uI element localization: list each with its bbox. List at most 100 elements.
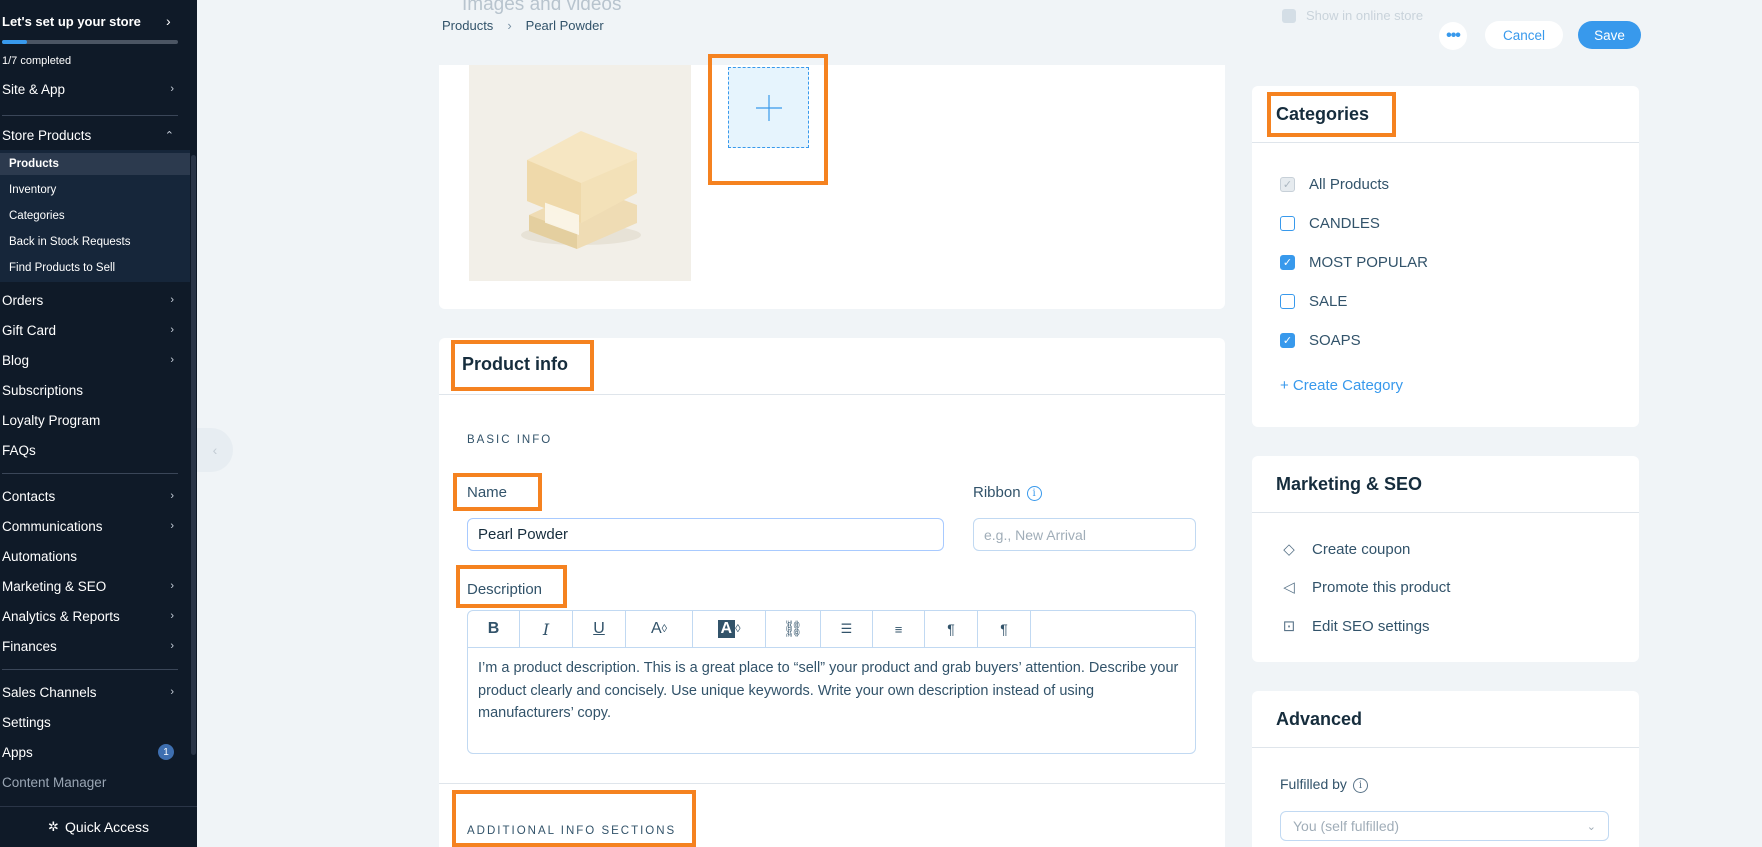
sidebar-scrollbar[interactable] xyxy=(191,155,196,755)
sidebar-item-label: FAQs xyxy=(2,442,36,458)
sidebar-subitem-products[interactable]: Products xyxy=(0,153,190,175)
card-divider xyxy=(439,394,1225,395)
plus-icon xyxy=(755,94,782,121)
fulfilled-by-select[interactable]: You (self fulfilled) ⌄ xyxy=(1280,811,1609,841)
chevron-right-icon: › xyxy=(170,580,174,592)
checkbox-icon[interactable] xyxy=(1280,216,1295,231)
add-media-button[interactable] xyxy=(728,67,809,148)
ribbon-input[interactable]: e.g., New Arrival xyxy=(973,518,1196,551)
categories-card: Categories ✓ All Products CANDLES ✓ MOST P… xyxy=(1252,86,1639,427)
editor-toolbar: B I U A ◊ A ◊ ⛓ ☰ ≡ ¶ ¶ xyxy=(468,611,1195,648)
sidebar-item-automations[interactable]: Automations xyxy=(2,544,178,568)
sidebar-divider xyxy=(2,669,178,670)
chevron-right-icon: › xyxy=(170,354,174,366)
sidebar-item-settings[interactable]: Settings xyxy=(2,710,178,734)
numbered-list-icon[interactable]: ≡ xyxy=(873,611,925,647)
sidebar-item-orders[interactable]: Orders › xyxy=(2,288,178,312)
sidebar-item-site-app[interactable]: Site & App › xyxy=(2,77,178,101)
name-input[interactable]: Pearl Powder xyxy=(467,518,944,551)
sidebar-item-label: Store Products xyxy=(2,127,92,143)
italic-icon[interactable]: I xyxy=(520,611,573,647)
chevron-down-icon: ⌄ xyxy=(1586,820,1596,833)
sidebar-item-faqs[interactable]: FAQs xyxy=(2,438,178,462)
category-all-products[interactable]: ✓ All Products xyxy=(1280,176,1389,193)
underline-icon[interactable]: U xyxy=(573,611,626,647)
sidebar-subitem-back-in-stock[interactable]: Back in Stock Requests xyxy=(9,231,189,253)
sidebar-item-communications[interactable]: Communications › xyxy=(2,514,178,538)
link-icon[interactable]: ⛓ xyxy=(766,611,821,647)
sidebar-item-label: Blog xyxy=(2,352,30,368)
quick-access-button[interactable]: ✲ Quick Access xyxy=(0,806,197,847)
card-divider xyxy=(1252,142,1639,143)
sidebar-item-blog[interactable]: Blog › xyxy=(2,348,178,372)
show-in-store-option[interactable]: Show in online store xyxy=(1282,8,1423,23)
product-image[interactable] xyxy=(469,65,691,281)
sidebar-item-store-products[interactable]: Store Products ⌃ xyxy=(2,123,178,147)
sidebar-item-sales-channels[interactable]: Sales Channels › xyxy=(2,680,178,704)
checkbox-checked-icon[interactable]: ✓ xyxy=(1280,177,1295,192)
rtl-direction-icon[interactable]: ¶ xyxy=(978,611,1031,647)
sidebar-subitem-inventory[interactable]: Inventory xyxy=(9,179,189,201)
info-icon[interactable]: i xyxy=(1026,485,1042,501)
promote-product-link[interactable]: ◁ Promote this product xyxy=(1280,578,1450,597)
fulfilled-by-label: Fulfilled by i xyxy=(1280,776,1368,793)
sidebar-subitem-find-products[interactable]: Find Products to Sell xyxy=(9,257,189,279)
sidebar-item-subscriptions[interactable]: Subscriptions xyxy=(2,378,178,402)
sidebar-item-label: Site & App xyxy=(2,81,66,97)
quick-access-label: Quick Access xyxy=(64,819,149,835)
sidebar-item-contacts[interactable]: Contacts › xyxy=(2,484,178,508)
chevron-up-icon: ⌃ xyxy=(164,129,174,142)
category-candles[interactable]: CANDLES xyxy=(1280,215,1380,232)
category-label: All Products xyxy=(1309,176,1390,193)
description-text[interactable]: I’m a product description. This is a gre… xyxy=(478,657,1188,725)
sidebar-item-label: Marketing & SEO xyxy=(2,578,107,594)
bullet-list-icon[interactable]: ☰ xyxy=(821,611,873,647)
category-label: MOST POPULAR xyxy=(1309,254,1428,271)
cancel-button[interactable]: Cancel xyxy=(1485,21,1563,49)
sidebar-item-marketing[interactable]: Marketing & SEO › xyxy=(2,574,178,598)
sidebar-item-apps[interactable]: Apps 1 xyxy=(2,740,178,764)
card-divider xyxy=(1252,747,1639,748)
sidebar-item-label: Communications xyxy=(2,518,103,534)
category-label: SALE xyxy=(1309,293,1348,310)
category-most-popular[interactable]: ✓ MOST POPULAR xyxy=(1280,254,1428,271)
category-sale[interactable]: SALE xyxy=(1280,293,1347,310)
breadcrumb-products[interactable]: Products xyxy=(442,18,493,33)
setup-title[interactable]: Let's set up your store xyxy=(2,14,141,29)
setup-panel[interactable]: Let's set up your store › 1/7 completed xyxy=(0,0,197,80)
create-category-link[interactable]: + Create Category xyxy=(1280,377,1403,394)
checkbox-checked-icon[interactable]: ✓ xyxy=(1280,333,1295,348)
sidebar-subitem-categories[interactable]: Categories xyxy=(9,205,189,227)
save-button[interactable]: Save xyxy=(1578,21,1641,49)
sidebar-item-label: Subscriptions xyxy=(2,382,84,398)
marketing-title: Marketing & SEO xyxy=(1276,474,1423,494)
chevron-left-icon: ‹ xyxy=(212,442,218,458)
product-info-card: Product info BASIC INFO Name Pearl Powde… xyxy=(439,338,1225,847)
sidebar-item-content-manager[interactable]: Content Manager xyxy=(2,770,178,794)
bold-icon[interactable]: B xyxy=(468,611,520,647)
sidebar-item-loyalty[interactable]: Loyalty Program xyxy=(2,408,178,432)
text-color-icon[interactable]: A ◊ xyxy=(626,611,693,647)
sidebar-item-gift-card[interactable]: Gift Card › xyxy=(2,318,178,342)
info-icon[interactable]: i xyxy=(1352,777,1368,793)
sidebar-item-label: Analytics & Reports xyxy=(2,608,120,624)
advanced-title: Advanced xyxy=(1276,709,1363,729)
sidebar-item-finances[interactable]: Finances › xyxy=(2,634,178,658)
show-in-store-label: Show in online store xyxy=(1306,8,1424,23)
additional-info-heading: ADDITIONAL INFO SECTIONS xyxy=(467,825,677,837)
ltr-direction-icon[interactable]: ¶ xyxy=(925,611,978,647)
category-soaps[interactable]: ✓ SOAPS xyxy=(1280,332,1361,349)
description-editor[interactable]: B I U A ◊ A ◊ ⛓ ☰ ≡ ¶ ¶ I’m a product desc… xyxy=(467,610,1196,754)
chevron-right-icon: › xyxy=(170,83,174,95)
chevron-right-icon[interactable]: › xyxy=(166,13,171,29)
checkbox-checked-icon[interactable]: ✓ xyxy=(1280,255,1295,270)
edit-seo-link[interactable]: ⊡ Edit SEO settings xyxy=(1280,617,1430,636)
checkbox-icon[interactable] xyxy=(1280,294,1295,309)
sidebar-item-label: Automations xyxy=(2,548,78,564)
create-coupon-link[interactable]: ◇ Create coupon xyxy=(1280,540,1410,559)
chevron-right-icon: › xyxy=(170,610,174,622)
sidebar-item-analytics[interactable]: Analytics & Reports › xyxy=(2,604,178,628)
more-actions-button[interactable]: ••• xyxy=(1439,22,1467,50)
highlight-color-icon[interactable]: A ◊ xyxy=(693,611,766,647)
collapse-sidebar-button[interactable]: ‹ xyxy=(197,428,233,472)
